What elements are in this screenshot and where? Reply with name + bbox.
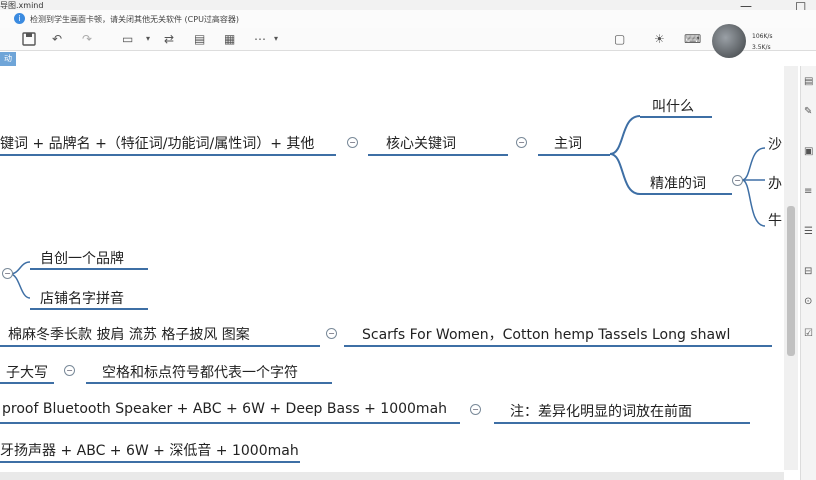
side-tab[interactable]: 动 xyxy=(0,52,16,66)
precise-child-3[interactable]: 牛 xyxy=(768,210,782,230)
scrollbar-thumb[interactable] xyxy=(787,206,795,356)
english-product-underline xyxy=(344,345,772,347)
upload-speed: 106K/s xyxy=(752,33,773,40)
undo-icon[interactable]: ↶ xyxy=(52,32,62,46)
formula-node[interactable]: 键词 + 品牌名 +（特征词/功能词/属性词）+ 其他 xyxy=(0,133,314,153)
network-speed-widget: 106K/s 3.5K/s xyxy=(712,24,776,58)
core-keyword-node[interactable]: 核心关键词 xyxy=(386,133,456,153)
export-icon[interactable]: ▦ xyxy=(224,32,235,46)
collapse-toggle-icon[interactable]: − xyxy=(470,404,481,415)
notice-bar: i 检测到学生画面卡顿，请关闭其他无关软件 (CPU过高容器) xyxy=(0,10,816,29)
save-icon[interactable] xyxy=(22,32,36,49)
idea-bulb-icon[interactable]: ☀ xyxy=(654,32,665,46)
what-called-underline xyxy=(640,116,712,118)
chinese-product-node[interactable]: 棉麻冬季长款 披肩 流苏 格子披风 图案 xyxy=(8,324,250,344)
brand-option-2-underline xyxy=(30,308,148,310)
note-icon[interactable]: ≡ xyxy=(804,186,812,197)
collapse-toggle-icon[interactable]: − xyxy=(732,175,743,186)
precise-child-2[interactable]: 办 xyxy=(768,173,782,193)
toolbar: ↶ ↷ ▭ ▾ ⇄ ▤ ▦ ⋯ ▾ ▢ ☀ ⌨ xyxy=(0,28,816,51)
format-icon[interactable]: ▤ xyxy=(194,32,205,46)
collapse-toggle-icon[interactable]: − xyxy=(347,137,358,148)
main-word-underline xyxy=(538,154,610,156)
title-bar: 导图.xmind — □ xyxy=(0,0,816,13)
redo-icon[interactable]: ↷ xyxy=(82,32,92,46)
english-spec-underline xyxy=(0,422,460,424)
horizontal-scrollbar[interactable] xyxy=(0,472,784,480)
collapse-toggle-icon[interactable]: − xyxy=(64,365,75,376)
main-word-node[interactable]: 主词 xyxy=(554,133,582,153)
keyboard-icon[interactable]: ⌨ xyxy=(684,32,701,46)
chinese-spec-underline xyxy=(0,461,300,463)
notice-text: 检测到学生画面卡顿，请关闭其他无关软件 (CPU过高容器) xyxy=(30,15,240,24)
structure-icon[interactable]: ⇄ xyxy=(164,32,174,46)
english-product-node[interactable]: Scarfs For Women，Cotton hemp Tassels Lon… xyxy=(362,324,730,344)
collapse-toggle-icon[interactable]: − xyxy=(2,268,13,279)
vertical-scrollbar[interactable] xyxy=(784,66,798,470)
brand-option-2[interactable]: 店铺名字拼音 xyxy=(40,288,124,308)
chinese-product-underline xyxy=(0,345,320,347)
space-rule-node[interactable]: 空格和标点符号都代表一个字符 xyxy=(102,362,298,382)
collapse-toggle-icon[interactable]: − xyxy=(516,137,527,148)
note-underline xyxy=(494,422,750,424)
info-icon: i xyxy=(14,13,25,24)
dropdown-chevron-icon[interactable]: ▾ xyxy=(146,32,150,46)
precise-word-underline xyxy=(640,193,732,195)
note-node[interactable]: 注：差异化明显的词放在前面 xyxy=(510,401,692,421)
list-icon[interactable]: ☰ xyxy=(804,226,813,237)
layout-icon[interactable]: ▭ xyxy=(122,32,133,46)
space-rule-underline xyxy=(86,382,332,384)
more-chevron-icon[interactable]: ▾ xyxy=(274,32,278,46)
comment-icon[interactable]: ⊙ xyxy=(804,296,812,307)
capital-rule-node[interactable]: 子大写 xyxy=(6,362,48,382)
bookmark-icon[interactable]: ⊟ xyxy=(804,266,812,277)
collapse-toggle-icon[interactable]: − xyxy=(326,328,337,339)
formula-underline xyxy=(0,154,336,156)
image-icon[interactable]: ▣ xyxy=(804,146,813,157)
chinese-spec-node[interactable]: 牙扬声器 + ABC + 6W + 深低音 + 1000mah xyxy=(0,440,299,460)
core-keyword-underline xyxy=(368,154,508,156)
download-speed: 3.5K/s xyxy=(752,44,771,51)
brush-icon[interactable]: ✎ xyxy=(804,106,812,117)
brand-option-1[interactable]: 自创一个品牌 xyxy=(40,248,124,268)
what-called-node[interactable]: 叫什么 xyxy=(652,96,694,116)
outline-icon[interactable]: ▤ xyxy=(804,76,813,87)
more-icon[interactable]: ⋯ xyxy=(254,32,266,46)
english-spec-node[interactable]: proof Bluetooth Speaker + ABC + 6W + Dee… xyxy=(2,401,447,417)
precise-child-1[interactable]: 沙 xyxy=(768,134,782,154)
capital-rule-underline xyxy=(0,382,54,384)
present-icon[interactable]: ▢ xyxy=(614,32,625,46)
right-panel: ▤ ✎ ▣ ≡ ☰ ⊟ ⊙ ☑ xyxy=(800,66,816,480)
task-icon[interactable]: ☑ xyxy=(804,328,813,339)
brand-option-1-underline xyxy=(30,268,148,270)
precise-word-node[interactable]: 精准的词 xyxy=(650,173,706,193)
network-gauge-icon xyxy=(712,24,746,58)
